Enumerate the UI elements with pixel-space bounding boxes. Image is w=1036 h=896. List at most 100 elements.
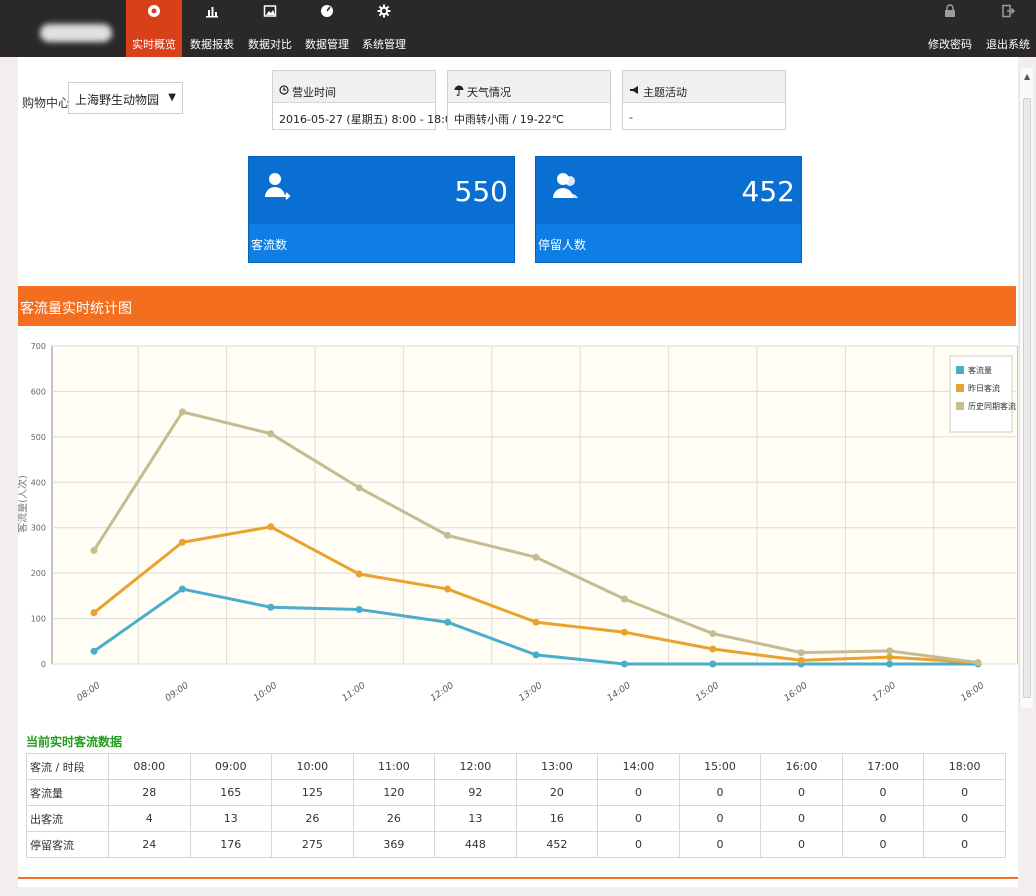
table-row: 停留客流 24 176 275 369 448 452 0 0 0 0 0: [26, 831, 1006, 858]
realtime-data-table: 客流 / 时段 08:00 09:00 10:00 11:00 12:00 13:00 14:…: [26, 753, 1006, 858]
data-point: [709, 660, 717, 668]
table-cell: 客流量: [26, 779, 109, 806]
data-point: [532, 553, 540, 561]
nav-item-label: 数据报表: [190, 38, 234, 51]
table-cell: 20: [515, 779, 599, 806]
table-title: 当前实时客流数据: [26, 735, 123, 749]
data-point: [620, 628, 628, 636]
table-cell: 0: [678, 779, 762, 806]
table-cell: 0: [760, 805, 843, 832]
table-cell: 92: [434, 779, 517, 806]
data-point: [444, 531, 452, 539]
umbrella-icon: [454, 85, 464, 99]
table-cell: 452: [515, 831, 599, 858]
kpi-label: 客流数: [249, 224, 514, 262]
change-password-button[interactable]: 修改密码: [922, 0, 978, 57]
nav-item-label: 修改密码: [928, 38, 972, 51]
x-tick-label: 13:00: [517, 681, 544, 704]
data-point: [178, 408, 186, 416]
x-tick-label: 16:00: [783, 681, 810, 704]
event-header: 主题活动: [623, 71, 785, 103]
table-header-cell: 09:00: [189, 753, 273, 780]
table-header-cell: 11:00: [352, 753, 436, 780]
legend-swatch: [956, 384, 964, 392]
data-point: [797, 649, 805, 657]
y-tick-label: 600: [31, 387, 46, 396]
table-header-cell: 08:00: [108, 753, 191, 780]
business-hours-title: 营业时间: [292, 85, 336, 99]
line-chart: 0 100 200 300 400 500 600 700 08:00 09:00 10:00 11:…: [16, 342, 1019, 704]
legend-swatch: [956, 366, 964, 374]
table-cell: 0: [923, 805, 1006, 832]
table-cell: 24: [108, 831, 191, 858]
x-tick-label: 15:00: [694, 681, 721, 704]
divider: [18, 877, 1018, 879]
nav-item-label: 退出系统: [986, 38, 1030, 51]
legend-swatch: [956, 402, 964, 410]
logo: [40, 24, 112, 42]
nav-item-realtime-overview[interactable]: 实时概览: [126, 0, 182, 57]
data-point: [886, 653, 894, 661]
lock-icon: [922, 4, 978, 20]
weather-box: 天气情况 中雨转小雨 / 19-22℃: [447, 70, 611, 130]
scrollbar-thumb[interactable]: [1023, 98, 1031, 698]
table-cell: 0: [597, 831, 680, 858]
data-point: [355, 605, 363, 613]
table-cell: 120: [352, 779, 436, 806]
nav-item-data-report[interactable]: 数据报表: [184, 0, 240, 57]
table-cell: 16: [515, 805, 599, 832]
data-point: [444, 618, 452, 626]
table-row: 客流量 28 165 125 120 92 20 0 0 0 0 0: [26, 779, 1006, 806]
nav-item-label: 系统管理: [362, 38, 406, 51]
table-header-cell: 17:00: [841, 753, 925, 780]
table-cell: 0: [678, 805, 762, 832]
table-header-cell: 12:00: [434, 753, 517, 780]
y-tick-label: 200: [31, 569, 46, 578]
user-arrow-icon: [265, 171, 293, 207]
event-title: 主题活动: [643, 85, 687, 99]
data-point: [355, 484, 363, 492]
kpi-staying-count: 452 停留人数: [535, 156, 802, 263]
table-cell: 13: [434, 805, 517, 832]
x-tick-label: 18:00: [959, 681, 986, 704]
table-cell: 4: [108, 805, 191, 832]
data-point: [444, 585, 452, 593]
table-header-cell: 10:00: [271, 753, 354, 780]
data-point: [532, 618, 540, 626]
table-cell: 0: [841, 779, 925, 806]
clock-icon: [279, 85, 289, 98]
data-point: [886, 647, 894, 655]
x-tick-label: 09:00: [164, 681, 191, 704]
table-cell: 0: [597, 779, 680, 806]
table-cell: 26: [352, 805, 436, 832]
logout-button[interactable]: 退出系统: [980, 0, 1036, 57]
table-cell: 停留客流: [26, 831, 109, 858]
table-cell: 0: [760, 831, 843, 858]
megaphone-icon: [629, 85, 640, 98]
chart-section-header: 客流量实时统计图: [18, 286, 1016, 326]
nav-item-data-manage[interactable]: 数据管理: [299, 0, 355, 57]
data-point: [178, 538, 186, 546]
mall-select[interactable]: 上海野生动物园 ▼: [68, 82, 183, 114]
nav-item-data-compare[interactable]: 数据对比: [242, 0, 298, 57]
table-cell: 165: [189, 779, 273, 806]
vertical-scrollbar[interactable]: ▲: [1019, 68, 1033, 708]
table-cell: 0: [597, 805, 680, 832]
y-tick-label: 700: [31, 342, 46, 351]
logout-icon: [980, 4, 1036, 20]
data-point: [355, 570, 363, 578]
data-point: [90, 546, 98, 554]
nav-item-system-manage[interactable]: 系统管理: [356, 0, 412, 57]
data-point: [267, 430, 275, 438]
data-point: [178, 585, 186, 593]
x-tick-label: 14:00: [606, 681, 633, 704]
gear-icon: [356, 4, 412, 20]
table-cell: 0: [841, 805, 925, 832]
scroll-up-icon[interactable]: ▲: [1024, 72, 1030, 81]
table-cell: 275: [271, 831, 354, 858]
table-cell: 0: [678, 831, 762, 858]
users-icon: [552, 171, 580, 207]
eye-icon: [126, 4, 182, 20]
x-tick-label: 08:00: [75, 681, 102, 704]
data-point: [797, 656, 805, 664]
